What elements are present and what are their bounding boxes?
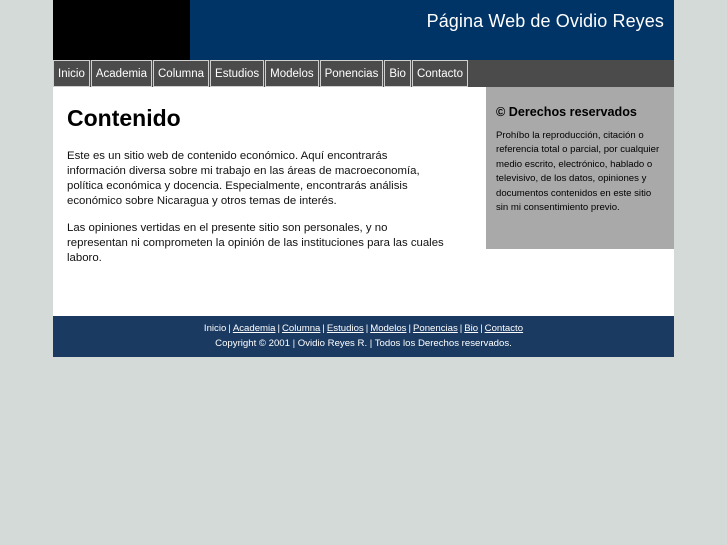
nav-item-contacto[interactable]: Contacto [411, 60, 468, 87]
main-content: Contenido Este es un sitio web de conten… [67, 105, 447, 278]
footer-link-bio[interactable]: Bio [464, 323, 478, 334]
disclaimer-paragraph: Las opiniones vertidas en el presente si… [67, 222, 444, 264]
nav-item-estudios[interactable]: Estudios [210, 60, 265, 87]
site-title: Página Web de Ovidio Reyes [426, 11, 664, 31]
footer-separator: | [480, 323, 483, 334]
footer-link-modelos[interactable]: Modelos [370, 323, 406, 334]
footer-link-ponencias[interactable]: Ponencias [413, 323, 458, 334]
nav-item-bio[interactable]: Bio [384, 60, 411, 87]
footer-link-academia[interactable]: Academia [233, 323, 276, 334]
sidebar-heading: © Derechos reservados [496, 105, 637, 119]
page-heading: Contenido [67, 105, 181, 131]
intro-paragraph: Este es un sitio web de contenido económ… [67, 150, 420, 207]
footer-link-inicio[interactable]: Inicio [204, 323, 226, 334]
nav-item-modelos[interactable]: Modelos [265, 60, 319, 87]
footer-separator: | [365, 323, 369, 334]
footer-link-columna[interactable]: Columna [282, 323, 320, 334]
nav-item-academia[interactable]: Academia [90, 60, 152, 87]
content-area: Contenido Este es un sitio web de conten… [53, 87, 674, 316]
copyright-text: Copyright © 2001 | Ovidio Reyes R. | Tod… [215, 338, 512, 349]
page-container: Página Web de Ovidio Reyes Inicio Academ… [53, 0, 674, 357]
footer-separator: | [322, 323, 325, 334]
footer-link-contacto[interactable]: Contacto [485, 323, 523, 334]
logo-block [53, 0, 190, 60]
main-navigation: Inicio Academia Columna Estudios Modelos… [53, 60, 674, 87]
site-header: Página Web de Ovidio Reyes [53, 0, 674, 60]
footer-separator: | [408, 323, 411, 334]
footer-separator: | [277, 323, 281, 334]
nav-item-inicio[interactable]: Inicio [53, 60, 90, 87]
nav-item-columna[interactable]: Columna [153, 60, 210, 87]
footer-link-estudios[interactable]: Estudios [327, 323, 364, 334]
footer-navigation: Inicio | Academia | Columna | Estudios | Modelos… [53, 316, 674, 336]
site-footer: Inicio | Academia | Columna | Estudios | Modelos… [53, 316, 674, 357]
footer-separator: | [228, 323, 231, 334]
sidebar-text: Prohíbo la reproducción, citación o refe… [496, 130, 660, 214]
rights-sidebar: © Derechos reservados Prohíbo la reprodu… [486, 87, 674, 249]
nav-item-ponencias[interactable]: Ponencias [319, 60, 384, 87]
footer-separator: | [459, 323, 463, 334]
